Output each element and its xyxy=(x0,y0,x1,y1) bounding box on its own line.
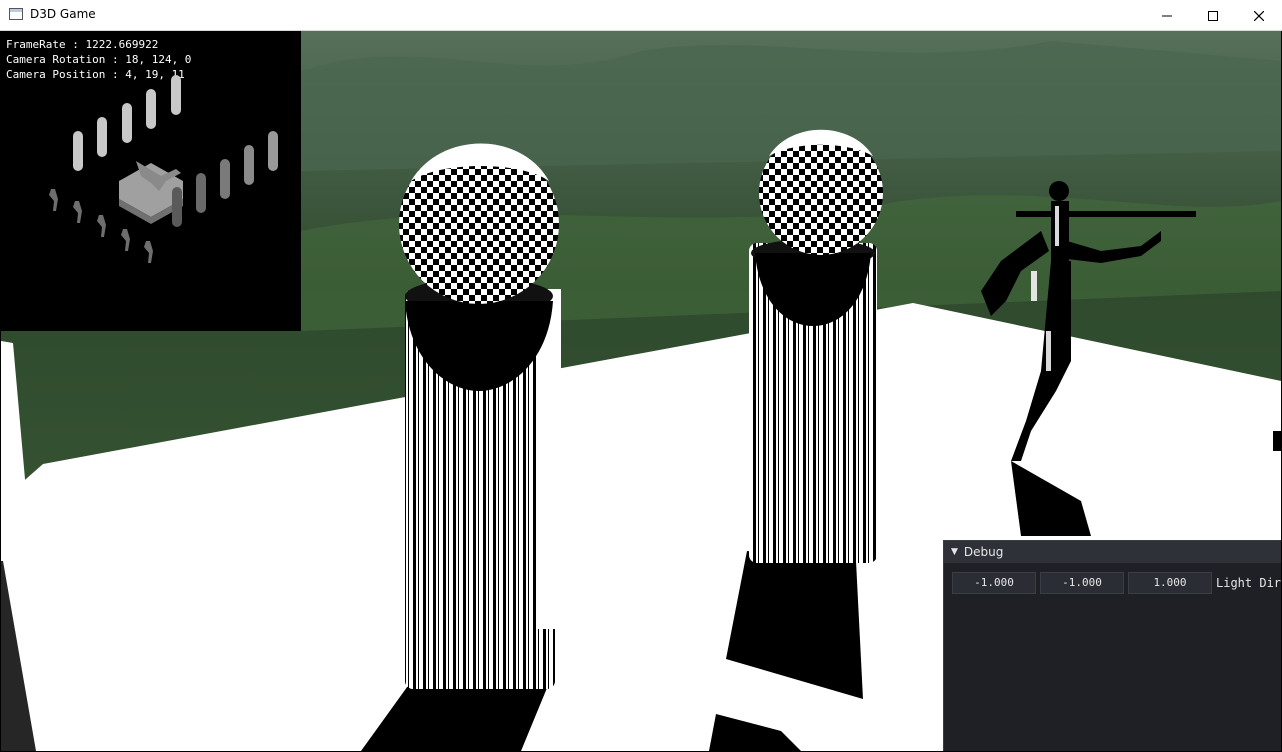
maximize-button[interactable] xyxy=(1190,0,1236,31)
minimize-button[interactable] xyxy=(1144,0,1190,31)
preview-pillars xyxy=(73,75,278,227)
maximize-icon xyxy=(1208,10,1218,21)
debug-panel: ▼ Debug -1.000 -1.000 1.000 Light Dir xyxy=(943,540,1281,751)
light-dir-label: Light Dir xyxy=(1216,576,1281,590)
app-window-icon xyxy=(9,8,23,20)
title-bar: D3D Game xyxy=(0,0,1282,31)
debug-panel-title: Debug xyxy=(963,545,1004,559)
light-dir-z-field[interactable]: 1.000 xyxy=(1128,572,1212,594)
light-dir-row: -1.000 -1.000 1.000 Light Dir xyxy=(952,572,1281,594)
close-button[interactable] xyxy=(1236,0,1282,31)
stats-overlay: FrameRate : 1222.669922 Camera Rotation … xyxy=(1,31,301,331)
debug-panel-header[interactable]: ▼ Debug xyxy=(944,541,1281,563)
collapse-triangle-icon[interactable]: ▼ xyxy=(951,541,958,563)
light-dir-x-field[interactable]: -1.000 xyxy=(952,572,1036,594)
window-title: D3D Game xyxy=(30,7,96,21)
close-icon xyxy=(1254,10,1264,21)
minimize-icon xyxy=(1162,15,1172,16)
shadow-map-preview xyxy=(49,75,278,263)
right-edge-mark xyxy=(1273,431,1281,451)
game-viewport[interactable]: FrameRate : 1222.669922 Camera Rotation … xyxy=(1,31,1281,751)
light-dir-y-field[interactable]: -1.000 xyxy=(1040,572,1124,594)
